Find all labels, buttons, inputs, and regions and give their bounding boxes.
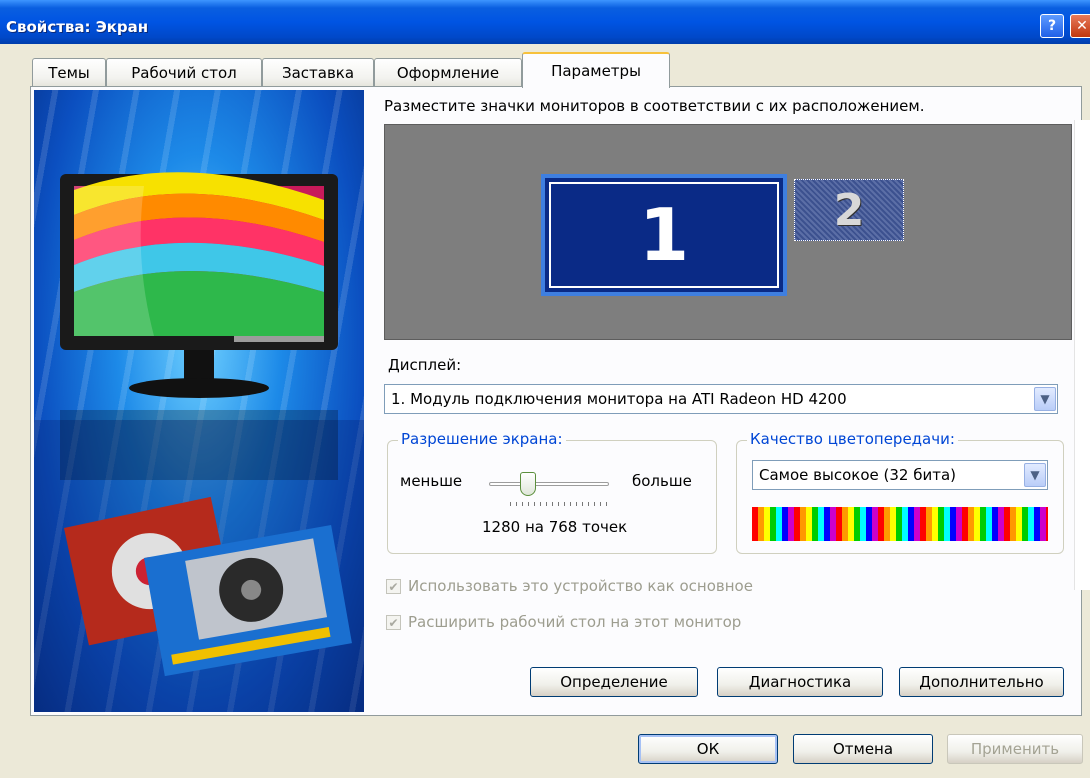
resolution-title: Разрешение экрана: xyxy=(398,430,566,448)
resolution-more-label: больше xyxy=(632,472,692,490)
monitor-2-number: 2 xyxy=(833,184,865,236)
cancel-button[interactable]: Отмена xyxy=(793,734,933,764)
resolution-group: Разрешение экрана: xyxy=(387,430,717,554)
tab-screensaver[interactable]: Заставка xyxy=(262,58,374,86)
window-title: Свойства: Экран xyxy=(6,18,149,36)
apply-button[interactable]: Применить xyxy=(947,734,1083,764)
identify-button[interactable]: Определение xyxy=(530,667,698,697)
tab-desktop[interactable]: Рабочий стол xyxy=(106,58,262,86)
extend-desktop-label: Расширить рабочий стол на этот монитор xyxy=(408,613,742,631)
color-quality-value: Самое высокое (32 бита) xyxy=(759,466,956,484)
resolution-slider-thumb[interactable] xyxy=(520,472,536,496)
advanced-button[interactable]: Дополнительно xyxy=(899,667,1064,697)
help-icon[interactable]: ? xyxy=(1040,14,1064,38)
tab-settings[interactable]: Параметры xyxy=(522,52,670,88)
color-quality-title: Качество цветопередачи: xyxy=(747,430,958,448)
close-icon[interactable]: ✕ xyxy=(1070,14,1090,38)
check-icon: ✔ xyxy=(388,615,399,630)
resolution-value: 1280 на 768 точек xyxy=(482,518,628,536)
ok-button[interactable]: ОК xyxy=(638,734,778,764)
chevron-down-icon[interactable]: ▼ xyxy=(1024,463,1046,487)
resolution-slider-track[interactable] xyxy=(489,482,609,486)
monitor-1[interactable]: 1 xyxy=(541,174,787,296)
instruction-text: Разместите значки мониторов в соответств… xyxy=(384,97,925,115)
tab-themes[interactable]: Темы xyxy=(32,58,106,86)
display-label: Дисплей: xyxy=(388,356,462,374)
chevron-down-icon[interactable]: ▼ xyxy=(1034,387,1056,411)
monitor-2[interactable]: 2 xyxy=(794,179,904,241)
monitor-arrangement-area[interactable]: 1 2 xyxy=(384,124,1072,340)
display-artwork xyxy=(34,90,364,712)
extend-desktop-checkbox[interactable]: ✔ xyxy=(386,615,401,630)
primary-device-label: Использовать это устройство как основное xyxy=(408,577,753,595)
primary-device-checkbox[interactable]: ✔ xyxy=(386,579,401,594)
resolution-slider-ticks xyxy=(510,502,612,506)
monitor-illustration-icon xyxy=(34,172,364,712)
tab-appearance[interactable]: Оформление xyxy=(374,58,522,86)
resolution-less-label: меньше xyxy=(400,472,463,490)
color-quality-select[interactable]: Самое высокое (32 бита) ▼ xyxy=(752,460,1048,490)
troubleshoot-button[interactable]: Диагностика xyxy=(717,667,883,697)
check-icon: ✔ xyxy=(388,579,399,594)
color-spectrum xyxy=(752,507,1048,541)
display-select-value: 1. Модуль подключения монитора на ATI Ra… xyxy=(391,390,847,408)
monitor-1-number: 1 xyxy=(638,193,690,277)
title-bar[interactable]: Свойства: Экран ? ✕ xyxy=(0,0,1090,44)
panel-edge xyxy=(1074,120,1090,590)
display-select[interactable]: 1. Модуль подключения монитора на ATI Ra… xyxy=(384,384,1058,414)
